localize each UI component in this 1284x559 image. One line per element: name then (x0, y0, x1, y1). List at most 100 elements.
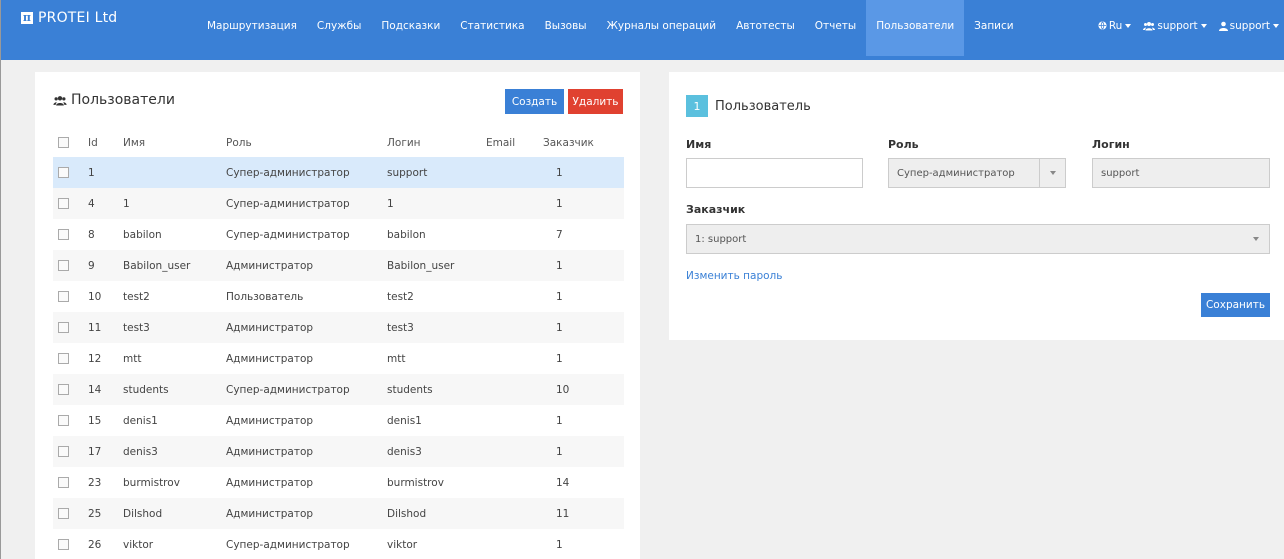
brand[interactable]: π PROTEI Ltd (21, 8, 117, 28)
nav-item-autotests[interactable]: Автотесты (726, 0, 805, 56)
cell-login: test2 (387, 290, 414, 303)
users-icon (53, 95, 67, 105)
table-row[interactable]: 14 students Супер-администратор students 10 (53, 374, 624, 405)
column-header-login[interactable]: Логин (387, 128, 486, 157)
column-header-id[interactable]: Id (88, 128, 123, 157)
name-input[interactable] (686, 158, 863, 188)
cell-id: 1 (88, 157, 123, 188)
cell-role: Администратор (226, 498, 387, 529)
row-checkbox[interactable] (58, 260, 69, 271)
nav-item-hints[interactable]: Подсказки (371, 0, 450, 56)
row-checkbox[interactable] (58, 508, 69, 519)
select-all-checkbox[interactable] (58, 137, 69, 148)
login-input[interactable]: support (1092, 158, 1270, 188)
row-checkbox[interactable] (58, 229, 69, 240)
column-header-email[interactable]: Email (486, 128, 543, 157)
delete-user-button[interactable]: Удалить (568, 89, 623, 114)
table-header-row: Id Имя Роль Логин Email Заказчик (53, 128, 624, 157)
row-checkbox[interactable] (58, 539, 69, 550)
users-table: Id Имя Роль Логин Email Заказчик 1 Супер-… (53, 128, 624, 559)
user-form-title: Пользователь (715, 99, 811, 114)
cell-role: Пользователь (226, 290, 304, 303)
cell-customer: 1 (543, 312, 624, 343)
cell-role: Супер-администратор (226, 374, 387, 405)
role-label: Роль (888, 138, 919, 151)
role-select[interactable]: Супер-администратор (888, 158, 1066, 188)
cell-customer: 1 (556, 414, 563, 427)
save-button[interactable]: Сохранить (1201, 293, 1270, 317)
row-checkbox[interactable] (58, 477, 69, 488)
row-checkbox[interactable] (58, 446, 69, 457)
table-row[interactable]: 4 1 Супер-администратор 1 1 (53, 188, 624, 219)
row-checkbox[interactable] (58, 291, 69, 302)
table-row[interactable]: 12 mtt Администратор mtt 1 (53, 343, 624, 374)
row-checkbox[interactable] (58, 322, 69, 333)
cell-name: test3 (123, 312, 226, 343)
cell-customer: 14 (556, 476, 570, 489)
nav-item-calls[interactable]: Вызовы (535, 0, 597, 56)
table-row[interactable]: 25 Dilshod Администратор Dilshod 11 (53, 498, 624, 529)
cell-role: Администратор (226, 414, 314, 427)
cell-customer: 1 (556, 352, 563, 365)
language-dropdown[interactable]: Ru (1092, 0, 1137, 56)
nav-right: Ru support support (1092, 0, 1284, 56)
create-user-button[interactable]: Создать (505, 89, 564, 114)
table-row[interactable]: 9 Babilon_user Администратор Babilon_user 1 (53, 250, 624, 281)
nav-item-reports[interactable]: Отчеты (805, 0, 866, 56)
cell-customer: 1 (556, 538, 563, 551)
cell-customer: 10 (543, 374, 624, 405)
nav-item-statistics[interactable]: Статистика (450, 0, 534, 56)
cell-email (486, 157, 543, 188)
group-label: support (1157, 20, 1198, 32)
customer-select[interactable]: 1: support (686, 224, 1270, 254)
table-row[interactable]: 26 viktor Супер-администратор viktor 1 (53, 529, 624, 559)
cell-id: 12 (88, 352, 102, 365)
table-row[interactable]: 23 burmistrov Администратор burmistrov 14 (53, 467, 624, 498)
users-icon (1143, 22, 1156, 31)
cell-name: viktor (123, 538, 154, 551)
row-checkbox[interactable] (58, 353, 69, 364)
cell-name: test2 (123, 290, 150, 303)
column-header-name[interactable]: Имя (123, 128, 226, 157)
brand-name: PROTEI Ltd (38, 10, 118, 26)
table-row[interactable]: 1 Супер-администратор support 1 (53, 157, 624, 188)
row-checkbox[interactable] (58, 167, 69, 178)
cell-name: students (123, 374, 226, 405)
user-id-badge: 1 (686, 95, 708, 117)
cell-customer: 1 (543, 188, 624, 219)
nav-item-routing[interactable]: Маршрутизация (197, 0, 307, 56)
language-label: Ru (1108, 20, 1123, 32)
cell-email (486, 250, 543, 281)
cell-login: Dilshod (387, 498, 486, 529)
nav-item-services[interactable]: Службы (307, 0, 371, 56)
nav-item-records[interactable]: Записи (964, 0, 1023, 56)
row-checkbox[interactable] (58, 415, 69, 426)
table-row[interactable]: 8 babilon Супер-администратор babilon 7 (53, 219, 624, 250)
user-dropdown[interactable]: support (1213, 0, 1284, 56)
table-row[interactable]: 11 test3 Администратор test3 1 (53, 312, 624, 343)
cell-name (123, 157, 226, 188)
cell-name: denis1 (123, 414, 158, 427)
customer-select-value: 1: support (695, 233, 747, 245)
cell-email (486, 436, 543, 467)
change-password-link[interactable]: Изменить пароль (686, 270, 782, 282)
cell-role: Супер-администратор (226, 228, 350, 241)
table-row[interactable]: 10 test2 Пользователь test2 1 (53, 281, 624, 312)
row-checkbox[interactable] (58, 198, 69, 209)
cell-role: Супер-администратор (226, 157, 387, 188)
table-row[interactable]: 15 denis1 Администратор denis1 1 (53, 405, 624, 436)
nav-item-operation-logs[interactable]: Журналы операций (597, 0, 726, 56)
cell-role: Администратор (226, 476, 314, 489)
cell-role: Администратор (226, 436, 387, 467)
cell-customer: 1 (543, 250, 624, 281)
chevron-down-icon (1125, 24, 1132, 28)
table-row[interactable]: 17 denis3 Администратор denis3 1 (53, 436, 624, 467)
row-checkbox[interactable] (58, 384, 69, 395)
nav-item-users[interactable]: Пользователи (866, 0, 965, 56)
users-panel: Пользователи Создать Удалить Id Имя Роль… (35, 72, 640, 559)
cell-login: test3 (387, 312, 486, 343)
column-header-customer[interactable]: Заказчик (543, 128, 624, 157)
cell-login: denis3 (387, 436, 486, 467)
group-dropdown[interactable]: support (1137, 0, 1212, 56)
column-header-role[interactable]: Роль (226, 128, 387, 157)
